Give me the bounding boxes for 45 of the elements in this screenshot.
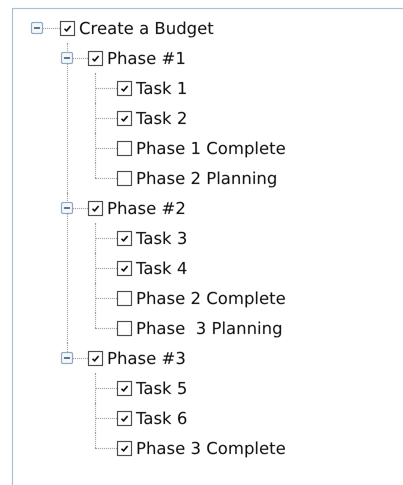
- collapse-toggle[interactable]: [61, 202, 73, 214]
- check-icon: [120, 414, 129, 422]
- checkbox[interactable]: [117, 230, 132, 246]
- check-icon: [120, 114, 129, 122]
- tree-item-label[interactable]: Task 6: [136, 408, 188, 428]
- tree-item-label[interactable]: Phase #1: [107, 48, 186, 68]
- check-icon: [120, 264, 129, 272]
- checkbox[interactable]: [117, 80, 132, 96]
- checkbox[interactable]: [88, 350, 103, 366]
- check-icon: [120, 234, 129, 242]
- tree-item-label[interactable]: Phase #2: [107, 198, 186, 218]
- tree-item-label[interactable]: Phase 2 Complete: [136, 288, 286, 308]
- tree-item-label[interactable]: Task 1: [136, 78, 188, 98]
- checkbox[interactable]: [88, 200, 103, 216]
- checkbox[interactable]: [88, 50, 103, 66]
- tree-item-label[interactable]: Phase 3 Complete: [136, 438, 286, 458]
- checkbox[interactable]: [117, 440, 132, 456]
- collapse-toggle[interactable]: [61, 52, 73, 64]
- checkbox[interactable]: [117, 380, 132, 396]
- tree-item-label[interactable]: Phase 2 Planning: [136, 168, 278, 188]
- check-icon: [91, 354, 100, 362]
- checkbox[interactable]: [117, 290, 132, 306]
- tree-item-label[interactable]: Task 4: [136, 258, 188, 278]
- check-icon: [91, 54, 100, 62]
- checkbox[interactable]: [117, 140, 132, 156]
- check-icon: [63, 24, 72, 32]
- check-icon: [120, 384, 129, 392]
- check-icon: [120, 444, 129, 452]
- tree-item-label[interactable]: Phase 3 Planning: [136, 318, 283, 338]
- tree-item-label[interactable]: Task 3: [136, 228, 188, 248]
- tree-item-label[interactable]: Task 5: [136, 378, 188, 398]
- checkbox[interactable]: [117, 410, 132, 426]
- collapse-toggle[interactable]: [61, 352, 73, 364]
- checkbox[interactable]: [117, 110, 132, 126]
- check-icon: [91, 204, 100, 212]
- collapse-toggle[interactable]: [31, 22, 43, 34]
- checkbox[interactable]: [60, 20, 75, 36]
- checkbox[interactable]: [117, 320, 132, 336]
- check-icon: [120, 84, 129, 92]
- tree-item-label[interactable]: Phase 1 Complete: [136, 138, 286, 158]
- checkbox[interactable]: [117, 260, 132, 276]
- checkbox[interactable]: [117, 170, 132, 186]
- tree-item-label[interactable]: Create a Budget: [79, 18, 214, 38]
- tree-item-label[interactable]: Task 2: [136, 108, 188, 128]
- tree-item-label[interactable]: Phase #3: [107, 348, 186, 368]
